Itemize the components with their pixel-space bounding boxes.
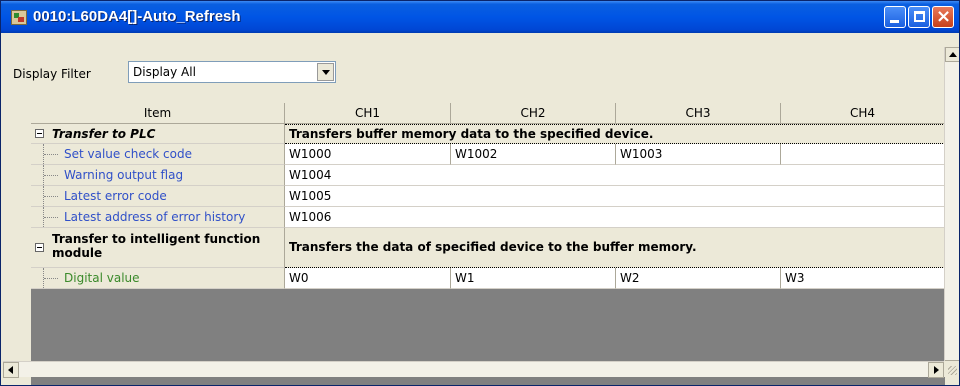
row-item-text: Set value check code: [64, 147, 192, 161]
group-description: Transfers buffer memory data to the spec…: [285, 124, 945, 144]
cell-ch2[interactable]: W1: [451, 268, 616, 289]
collapse-minus-icon[interactable]: [35, 243, 44, 252]
header-item[interactable]: Item: [31, 103, 285, 124]
row-item-text: Warning output flag: [64, 168, 184, 182]
cell-ch1[interactable]: W1000: [285, 144, 451, 165]
horizontal-scrollbar[interactable]: [3, 361, 944, 378]
window-title: 0010:L60DA4[]-Auto_Refresh: [33, 8, 241, 25]
display-filter-value: Display All: [133, 65, 196, 79]
display-filter-label: Display Filter: [13, 67, 91, 81]
maximize-icon: [914, 11, 925, 22]
tree-connector: [43, 165, 58, 185]
tree-connector: [43, 144, 58, 164]
group-label-text: Transfer to PLC: [52, 127, 156, 141]
tree-connector: [43, 207, 58, 227]
vertical-scrollbar[interactable]: [944, 47, 959, 375]
row-item-label: Latest address of error history: [31, 207, 285, 228]
cell-ch2[interactable]: W1002: [451, 144, 616, 165]
cell-ch4[interactable]: W3: [781, 268, 945, 289]
group-row-transfer-to-plc: Transfer to PLC Transfers buffer memory …: [31, 124, 945, 144]
cell-ch1[interactable]: W0: [285, 268, 451, 289]
group-description: Transfers the data of specified device t…: [285, 228, 945, 268]
table-row: Digital value W0 W1 W2 W3: [31, 268, 945, 289]
minimize-button[interactable]: [884, 6, 906, 28]
group-label[interactable]: Transfer to PLC: [31, 124, 285, 144]
header-ch1[interactable]: CH1: [285, 103, 451, 124]
table-row: Set value check code W1000 W1002 W1003: [31, 144, 945, 165]
row-item-label: Latest error code: [31, 186, 285, 207]
resize-grip-icon[interactable]: [944, 361, 959, 377]
maximize-button[interactable]: [908, 6, 930, 28]
auto-refresh-grid: Item CH1 CH2 CH3 CH4 Transfer to PLC Tra…: [31, 103, 945, 385]
collapse-minus-icon[interactable]: [35, 129, 44, 138]
table-row: Warning output flag W1004: [31, 165, 945, 186]
minimize-icon: [890, 20, 899, 23]
grid-header-row: Item CH1 CH2 CH3 CH4: [31, 103, 945, 124]
header-ch4[interactable]: CH4: [781, 103, 945, 124]
table-row: Latest address of error history W1006: [31, 207, 945, 228]
cell-value[interactable]: W1005: [285, 186, 945, 207]
row-item-text: Digital value: [64, 271, 140, 285]
cell-value[interactable]: W1006: [285, 207, 945, 228]
cell-ch3[interactable]: W2: [616, 268, 781, 289]
close-button[interactable]: ×: [932, 6, 954, 28]
header-ch2[interactable]: CH2: [451, 103, 616, 124]
row-item-text: Latest address of error history: [64, 210, 246, 224]
group-row-transfer-to-intelligent-function-module: Transfer to intelligent function module …: [31, 228, 945, 268]
row-item-text: Latest error code: [64, 189, 167, 203]
scroll-left-icon[interactable]: [3, 362, 19, 378]
cell-ch4[interactable]: [781, 144, 945, 165]
header-ch3[interactable]: CH3: [616, 103, 781, 124]
tree-connector: [43, 268, 58, 288]
group-label[interactable]: Transfer to intelligent function module: [31, 228, 285, 268]
title-bar[interactable]: 0010:L60DA4[]-Auto_Refresh ×: [1, 1, 959, 33]
row-item-label: Warning output flag: [31, 165, 285, 186]
cell-value[interactable]: W1004: [285, 165, 945, 186]
row-item-label: Set value check code: [31, 144, 285, 165]
auto-refresh-window: 0010:L60DA4[]-Auto_Refresh × Display Fil…: [0, 0, 960, 386]
close-icon: ×: [936, 6, 952, 27]
scroll-right-icon[interactable]: [928, 362, 944, 378]
chevron-down-icon[interactable]: [317, 63, 334, 81]
cell-ch3[interactable]: W1003: [616, 144, 781, 165]
group-label-text: Transfer to intelligent function module: [52, 232, 261, 260]
scroll-up-icon[interactable]: [945, 47, 959, 62]
plc-module-icon: [11, 10, 27, 25]
tree-connector: [43, 186, 58, 206]
table-row: Latest error code W1005: [31, 186, 945, 207]
row-item-label: Digital value: [31, 268, 285, 289]
display-filter-select[interactable]: Display All: [128, 61, 336, 83]
